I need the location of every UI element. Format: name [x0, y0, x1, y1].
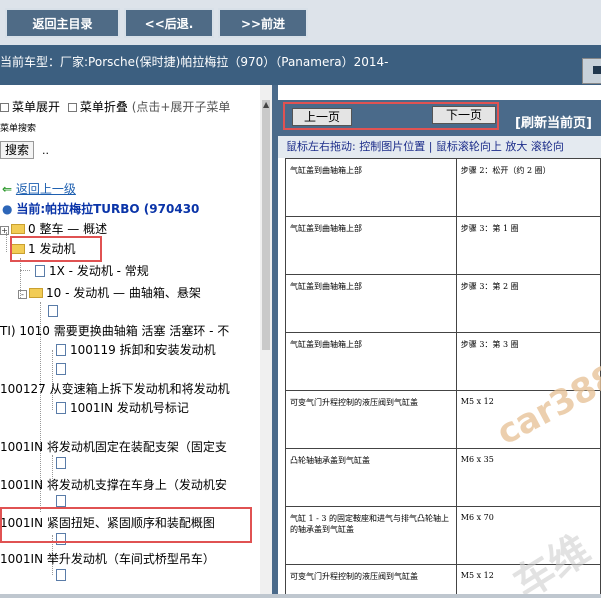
forward-button[interactable]: >>前进: [218, 8, 308, 38]
refresh-page-link[interactable]: [刷新当前页]: [515, 112, 592, 131]
tree-scrollbar-thumb[interactable]: [262, 100, 270, 350]
tree-item-label: 1X - 发动机 - 常规: [49, 264, 149, 278]
table-cell: 步骤 2：松开（约 2 圈）: [455, 158, 601, 217]
collapse-all-link[interactable]: 菜单折叠: [80, 100, 128, 114]
back-button[interactable]: <<后退.: [124, 8, 214, 38]
tree-item[interactable]: 1001IN 将发动机支撑在车身上（发动机安: [0, 476, 227, 493]
table-cell: 可变气门升程控制的液压阀到气缸盖: [285, 564, 457, 595]
back-up-link[interactable]: 返回上一级: [16, 182, 76, 196]
table-row: 气缸盖到曲轴箱上部 步骤 3：第 2 圈: [285, 274, 601, 333]
tree-item[interactable]: +0 整车 — 概述: [0, 220, 107, 237]
checkbox-icon: [0, 103, 9, 112]
document-icon: [35, 265, 45, 277]
current-car-label: 当前车型：: [0, 55, 61, 69]
tree-expand-collapse-row: 菜单展开 菜单折叠 (点击+展开子菜单: [0, 98, 230, 115]
tree-item[interactable]: 100119 拆卸和安装发动机: [56, 341, 216, 358]
expand-icon[interactable]: +: [0, 226, 9, 235]
table-cell: 气缸盖到曲轴箱上部: [285, 216, 457, 275]
back-to-main-button[interactable]: 返回主目录: [5, 8, 120, 38]
tree-item[interactable]: 1001IN 举升发动机（车间式桥型吊车）: [0, 550, 215, 567]
tree-item[interactable]: 100127 从变速箱上拆下发动机和将发动机: [0, 380, 230, 397]
document-icon: [48, 305, 58, 317]
folder-icon: [11, 224, 25, 234]
document-icon: [56, 363, 66, 375]
document-icon: [56, 569, 66, 581]
current-car-value: 厂家:Porsche(保时捷)帕拉梅拉（970）（Panamera）2014-: [60, 55, 389, 69]
tree-item-label: 1001IN 举升发动机（车间式桥型吊车）: [0, 552, 215, 566]
tree-item-label: 1001IN 发动机号标记: [70, 401, 189, 415]
highlight-box: [283, 102, 499, 130]
highlight-box: [0, 507, 252, 543]
document-icon: [56, 402, 66, 414]
table-cell: 步骤 3：第 2 圈: [455, 274, 601, 333]
mouse-hint: 鼠标左右拖动: 控制图片位置 | 鼠标滚轮向上 放大 滚轮向: [278, 136, 601, 158]
table-cell: M6 x 35: [455, 448, 601, 507]
tree-item-label: TI) 1010 需要更换曲轴箱 活塞 活塞环 - 不: [0, 324, 230, 338]
car-select-button[interactable]: [582, 58, 601, 84]
scroll-up-icon[interactable]: ▲: [263, 100, 269, 109]
table-row: 气缸盖到曲轴箱上部 步骤 3：第 3 圈: [285, 332, 601, 391]
menu-search-label: 菜单搜索: [0, 124, 37, 134]
tree-item[interactable]: [56, 568, 70, 582]
tree-item[interactable]: - 10 - 发动机 — 曲轴箱、悬架: [18, 284, 201, 301]
table-cell: 气缸盖到曲轴箱上部: [285, 332, 457, 391]
table-row: 凸轮轴轴承盖到气缸盖 M6 x 35: [285, 448, 601, 507]
highlight-box: [10, 236, 102, 262]
tree-item-label: 100127 从变速箱上拆下发动机和将发动机: [0, 382, 230, 396]
tree-item[interactable]: [56, 456, 70, 470]
bottom-border: [0, 594, 601, 598]
tree-item-label: 1001IN 将发动机支撑在车身上（发动机安: [0, 478, 227, 492]
tree-item-label: 10 - 发动机 — 曲轴箱、悬架: [46, 286, 201, 300]
tree-item-label: 100119 拆卸和安装发动机: [70, 343, 216, 357]
table-cell: 凸轮轴轴承盖到气缸盖: [285, 448, 457, 507]
expand-all-link[interactable]: 菜单展开: [12, 100, 60, 114]
current-node-row: ● 当前:帕拉梅拉TURBO (970430: [2, 200, 199, 217]
table-row: 气缸盖到曲轴箱上部 步骤 2：松开（约 2 圈）: [285, 158, 601, 217]
tree-item-label: 1001IN 将发动机固定在装配支架（固定支: [0, 440, 227, 454]
square-icon: [593, 66, 601, 74]
current-car-text: 当前车型：厂家:Porsche(保时捷)帕拉梅拉（970）（Panamera）2…: [0, 53, 389, 70]
tree-item[interactable]: 1X - 发动机 - 常规: [35, 262, 149, 279]
document-icon: [56, 344, 66, 356]
table-cell: 气缸盖到曲轴箱上部: [285, 158, 457, 217]
person-icon: ●: [2, 202, 13, 216]
back-arrow-icon: ⇐: [2, 182, 13, 196]
table-cell: 可变气门升程控制的液压阀到气缸盖: [285, 390, 457, 449]
search-button[interactable]: 搜索: [0, 141, 34, 159]
table-cell: 气缸盖到曲轴箱上部: [285, 274, 457, 333]
folder-open-icon: [29, 288, 43, 298]
checkbox-icon: [67, 103, 77, 112]
tree-line: [20, 270, 30, 271]
top-toolbar: 返回主目录 <<后退. >>前进: [0, 0, 601, 45]
tree-item[interactable]: 1001IN 发动机号标记: [56, 399, 189, 416]
tree-item-label: 0 整车 — 概述: [28, 222, 108, 236]
search-input[interactable]: ..: [42, 144, 49, 157]
table-cell: 步骤 3：第 1 圈: [455, 216, 601, 275]
current-car-bar: 当前车型：厂家:Porsche(保时捷)帕拉梅拉（970）（Panamera）2…: [0, 45, 601, 85]
back-up-row[interactable]: ⇐ 返回上一级: [2, 180, 76, 197]
tree-item[interactable]: [56, 362, 70, 376]
expand-hint: (点击+展开子菜单: [131, 100, 231, 114]
tree-item[interactable]: [56, 494, 70, 508]
tree-item[interactable]: TI) 1010 需要更换曲轴箱 活塞 活塞环 - 不: [0, 322, 229, 339]
document-icon: [56, 457, 66, 469]
table-cell: 气缸 1 - 3 的固定鞍座和进气与排气凸轮轴上的轴承盖到气缸盖: [285, 506, 457, 565]
tree-item[interactable]: 1001IN 将发动机固定在装配支架（固定支: [0, 438, 227, 455]
document-icon: [56, 495, 66, 507]
collapse-icon[interactable]: -: [18, 290, 27, 299]
current-node-label: 当前:帕拉梅拉TURBO (970430: [16, 202, 200, 216]
table-row: 气缸盖到曲轴箱上部 步骤 3：第 1 圈: [285, 216, 601, 275]
tree-item[interactable]: [48, 304, 62, 318]
